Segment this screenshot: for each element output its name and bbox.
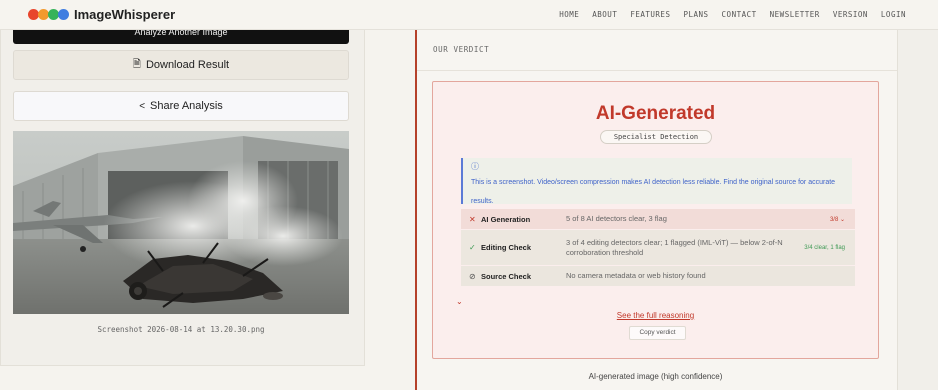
download-result-button[interactable]: 🗎 Download Result: [13, 50, 349, 80]
analyze-another-button[interactable]: Analyze Another Image: [13, 30, 349, 44]
share-analysis-button[interactable]: < Share Analysis: [13, 91, 349, 121]
right-gutter: [897, 30, 938, 390]
nav-features[interactable]: FEATURES: [630, 10, 670, 19]
divider: [417, 70, 897, 71]
logo-dot-blue: [58, 9, 69, 20]
x-icon: ✕: [469, 214, 476, 224]
screenshot-warning: ⓘ This is a screenshot. Video/screen com…: [461, 158, 852, 205]
verdict-summary: AI-generated image (high confidence): [588, 372, 723, 381]
nav-home[interactable]: HOME: [559, 10, 579, 19]
chevron-down-icon[interactable]: ⌄: [456, 297, 463, 306]
check-detail: 3 of 4 editing detectors clear; 1 flagge…: [566, 237, 783, 257]
check-detail: 5 of 8 AI detectors clear, 3 flag: [566, 214, 667, 223]
nav-about[interactable]: ABOUT: [592, 10, 617, 19]
nav-contact[interactable]: CONTACT: [722, 10, 757, 19]
analyzed-image: [13, 131, 349, 314]
share-analysis-label: Share Analysis: [150, 100, 223, 112]
check-label: Source Check: [481, 271, 532, 281]
share-icon: <: [139, 100, 146, 112]
brand[interactable]: ImageWhisperer: [28, 7, 175, 22]
verdict-section-label: OUR VERDICT: [433, 45, 490, 54]
check-row-source[interactable]: ⊘ Source Check No camera metadata or web…: [461, 266, 855, 286]
image-filename: Screenshot 2026-08-14 at 13.20.30.png: [97, 325, 265, 334]
check-score[interactable]: 3/8 ⌄: [830, 216, 845, 223]
copy-verdict-button[interactable]: Copy verdict: [629, 326, 686, 340]
download-result-label: Download Result: [145, 59, 230, 71]
file-icon: 🗎: [132, 58, 141, 70]
detection-badge: Specialist Detection: [600, 130, 712, 144]
nav-newsletter[interactable]: NEWSLETTER: [770, 10, 820, 19]
check-row-ai-generation[interactable]: ✕ AI Generation 5 of 8 AI detectors clea…: [461, 209, 855, 229]
check-detail: No camera metadata or web history found: [566, 271, 706, 280]
info-icon: ⓘ: [471, 162, 479, 171]
prohibited-icon: ⊘: [469, 271, 476, 281]
check-row-editing[interactable]: ✓ Editing Check 3 of 4 editing detectors…: [461, 230, 855, 265]
nav-version[interactable]: VERSION: [833, 10, 868, 19]
check-icon: ✓: [469, 243, 476, 252]
nav-login[interactable]: LOGIN: [881, 10, 906, 19]
top-navigation-bar: ImageWhisperer HOME ABOUT FEATURES PLANS…: [0, 0, 938, 30]
full-reasoning-link[interactable]: See the full reasoning: [432, 311, 879, 320]
check-label: Editing Check: [481, 243, 532, 252]
verdict-title: AI-Generated: [595, 103, 716, 124]
main-nav: HOME ABOUT FEATURES PLANS CONTACT NEWSLE…: [559, 10, 906, 19]
check-label: AI Generation: [481, 214, 531, 224]
check-score: 3/4 clear, 1 flag: [804, 244, 845, 251]
screenshot-warning-text: This is a screenshot. Video/screen compr…: [471, 179, 836, 205]
brand-name: ImageWhisperer: [74, 7, 176, 22]
nav-plans[interactable]: PLANS: [683, 10, 708, 19]
